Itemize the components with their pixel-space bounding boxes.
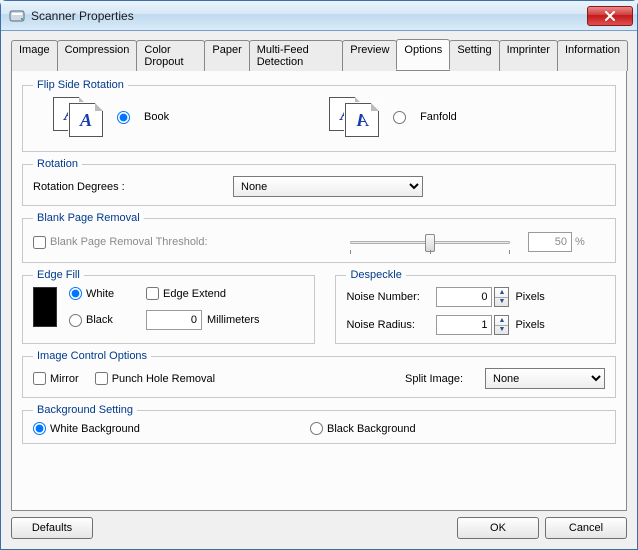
blank-page-threshold-slider[interactable] — [350, 230, 510, 254]
group-despeckle-legend: Despeckle — [346, 269, 405, 281]
footer: Defaults OK Cancel — [11, 517, 627, 539]
rotation-degrees-select[interactable]: None — [233, 176, 423, 197]
blank-page-unit: % — [575, 236, 585, 248]
group-blank-page-legend: Blank Page Removal — [33, 212, 144, 224]
tab-paper[interactable]: Paper — [204, 40, 249, 71]
mirror-label: Mirror — [50, 373, 79, 385]
tab-compression[interactable]: Compression — [57, 40, 138, 71]
flip-book-label: Book — [144, 111, 169, 123]
edge-fill-black-label: Black — [86, 314, 146, 326]
group-background: Background Setting White Background Blac… — [22, 404, 616, 444]
noise-number-unit: Pixels — [515, 291, 544, 303]
noise-radius-spinner[interactable]: ▲ ▼ — [494, 315, 509, 335]
tab-image[interactable]: Image — [11, 40, 58, 71]
split-image-select[interactable]: None — [485, 368, 605, 389]
blank-page-removal-checkbox[interactable] — [33, 236, 46, 249]
content-area: Image Compression Color Dropout Paper Mu… — [1, 31, 637, 549]
punch-hole-label: Punch Hole Removal — [112, 373, 215, 385]
split-image-label: Split Image: — [405, 373, 485, 385]
bg-white-radio[interactable] — [33, 422, 46, 435]
group-flip-side-legend: Flip Side Rotation — [33, 79, 128, 91]
group-edge-fill-legend: Edge Fill — [33, 269, 84, 281]
tabpanel-options: Flip Side Rotation A A Book A A — [11, 71, 627, 511]
edge-extend-label: Edge Extend — [163, 288, 226, 300]
tab-information[interactable]: Information — [557, 40, 628, 71]
tabstrip: Image Compression Color Dropout Paper Mu… — [11, 39, 627, 71]
group-blank-page: Blank Page Removal Blank Page Removal Th… — [22, 212, 616, 263]
flip-fanfold-radio[interactable] — [393, 111, 406, 124]
tab-color-dropout[interactable]: Color Dropout — [136, 40, 205, 71]
spinner-up-icon[interactable]: ▲ — [495, 288, 508, 298]
noise-number-spinner[interactable]: ▲ ▼ — [494, 287, 509, 307]
flip-book-radio[interactable] — [117, 111, 130, 124]
group-rotation: Rotation Rotation Degrees : None — [22, 158, 616, 206]
book-icon: A A — [53, 97, 107, 137]
bg-white-label: White Background — [50, 423, 310, 435]
group-rotation-legend: Rotation — [33, 158, 82, 170]
window-title: Scanner Properties — [31, 9, 587, 23]
close-icon — [604, 11, 616, 21]
noise-number-value[interactable] — [436, 287, 492, 307]
group-image-control: Image Control Options Mirror Punch Hole … — [22, 350, 616, 398]
edge-fill-preview — [33, 287, 57, 327]
tab-setting[interactable]: Setting — [449, 40, 499, 71]
mirror-checkbox[interactable] — [33, 372, 46, 385]
edge-fill-black-radio[interactable] — [69, 314, 82, 327]
bg-black-label: Black Background — [327, 423, 416, 435]
spinner-up-icon[interactable]: ▲ — [495, 316, 508, 326]
spinner-down-icon[interactable]: ▼ — [495, 298, 508, 307]
bg-black-radio[interactable] — [310, 422, 323, 435]
noise-number-label: Noise Number: — [346, 291, 436, 303]
close-button[interactable] — [587, 6, 633, 26]
flip-fanfold-label: Fanfold — [420, 111, 457, 123]
edge-fill-white-label: White — [86, 288, 146, 300]
tab-options[interactable]: Options — [396, 39, 450, 70]
ok-button[interactable]: OK — [457, 517, 539, 539]
group-flip-side: Flip Side Rotation A A Book A A — [22, 79, 616, 152]
tab-imprinter[interactable]: Imprinter — [499, 40, 558, 71]
noise-radius-label: Noise Radius: — [346, 319, 436, 331]
edge-fill-white-radio[interactable] — [69, 287, 82, 300]
rotation-degrees-label: Rotation Degrees : — [33, 181, 233, 193]
fanfold-icon: A A — [329, 97, 383, 137]
group-image-control-legend: Image Control Options — [33, 350, 151, 362]
edge-fill-unit: Millimeters — [207, 314, 260, 326]
edge-extend-checkbox[interactable] — [146, 287, 159, 300]
group-edge-fill: Edge Fill White Edge Extend Black — [22, 269, 315, 344]
punch-hole-checkbox[interactable] — [95, 372, 108, 385]
cancel-button[interactable]: Cancel — [545, 517, 627, 539]
tab-preview[interactable]: Preview — [342, 40, 397, 71]
titlebar: Scanner Properties — [1, 1, 637, 31]
noise-radius-value[interactable] — [436, 315, 492, 335]
tab-multi-feed[interactable]: Multi-Feed Detection — [249, 40, 344, 71]
edge-fill-value[interactable] — [146, 310, 202, 330]
app-icon — [9, 8, 25, 24]
group-background-legend: Background Setting — [33, 404, 137, 416]
noise-radius-unit: Pixels — [515, 319, 544, 331]
blank-page-threshold-value[interactable] — [528, 232, 572, 252]
defaults-button[interactable]: Defaults — [11, 517, 93, 539]
blank-page-threshold-label: Blank Page Removal Threshold: — [50, 236, 350, 248]
group-despeckle: Despeckle Noise Number: ▲ ▼ Pixels Noise… — [335, 269, 616, 344]
spinner-down-icon[interactable]: ▼ — [495, 326, 508, 335]
